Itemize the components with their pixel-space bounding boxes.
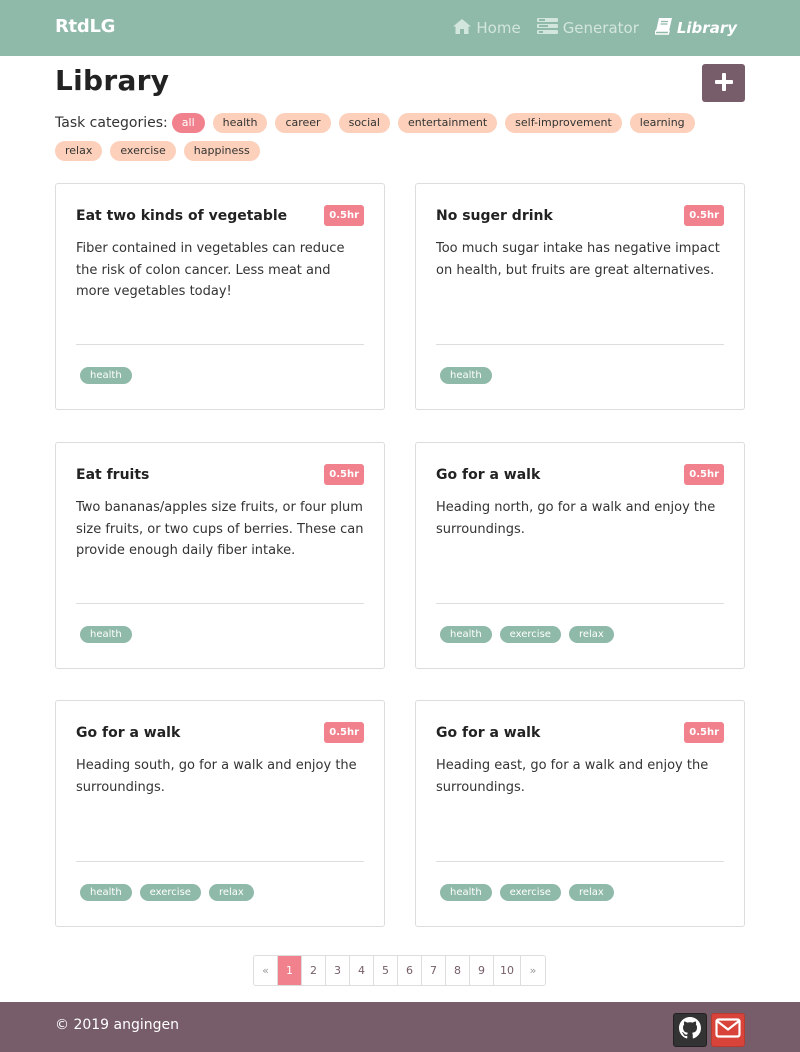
pagination-page-5[interactable]: 5 — [374, 956, 398, 985]
task-tag: exercise — [139, 884, 201, 901]
pagination-next[interactable]: » — [521, 956, 545, 985]
nav-library-label: Library — [676, 19, 737, 37]
category-health[interactable]: health — [212, 113, 268, 133]
task-tag: health — [440, 367, 492, 384]
task-title: Go for a walk — [436, 725, 541, 741]
nav-generator-link[interactable]: Generator — [536, 18, 639, 38]
page-title: Library — [55, 64, 170, 97]
duration-badge: 0.5hr — [684, 722, 724, 743]
card-divider — [436, 861, 724, 862]
task-card[interactable]: Eat fruits 0.5hr Two bananas/apples size… — [55, 442, 385, 669]
task-tags: health exercise relax — [440, 884, 622, 901]
category-all[interactable]: all — [171, 113, 205, 133]
task-tag: relax — [208, 884, 254, 901]
nav-generator-label: Generator — [562, 19, 639, 37]
footer: © 2019 angingen — [0, 1002, 800, 1052]
duration-badge: 0.5hr — [324, 722, 364, 743]
category-social[interactable]: social — [338, 113, 390, 133]
add-task-button[interactable] — [702, 64, 745, 102]
task-tags: health — [80, 367, 140, 384]
category-happiness[interactable]: happiness — [183, 141, 260, 161]
task-card[interactable]: Eat two kinds of vegetable 0.5hr Fiber c… — [55, 183, 385, 410]
generator-icon — [536, 18, 558, 38]
task-tag: health — [80, 626, 132, 643]
task-tag: relax — [568, 626, 614, 643]
pagination-page-7[interactable]: 7 — [422, 956, 446, 985]
task-description: Too much sugar intake has negative impac… — [436, 241, 720, 278]
plus-icon — [714, 72, 733, 94]
github-icon — [679, 1017, 701, 1043]
pagination-page-2[interactable]: 2 — [302, 956, 326, 985]
category-entertainment[interactable]: entertainment — [397, 113, 498, 133]
task-tag: exercise — [499, 884, 561, 901]
pagination-page-6[interactable]: 6 — [398, 956, 422, 985]
brand-link[interactable]: RtdLG — [55, 16, 115, 37]
pagination-page-9[interactable]: 9 — [470, 956, 494, 985]
pagination-page-4[interactable]: 4 — [350, 956, 374, 985]
category-career[interactable]: career — [275, 113, 331, 133]
pagination-page-1[interactable]: 1 — [278, 956, 302, 985]
pagination-page-3[interactable]: 3 — [326, 956, 350, 985]
task-description: Two bananas/apples size fruits, or four … — [76, 500, 364, 558]
task-card[interactable]: Go for a walk 0.5hr Heading north, go fo… — [415, 442, 745, 669]
card-divider — [76, 344, 364, 345]
task-description: Heading east, go for a walk and enjoy th… — [436, 758, 709, 795]
pagination-prev[interactable]: « — [254, 956, 278, 985]
nav-links: Home Generator Library — [437, 0, 737, 56]
github-button[interactable] — [673, 1013, 707, 1047]
task-tag: health — [80, 884, 132, 901]
navbar: RtdLG Home Generator Library — [0, 0, 800, 56]
task-title: Go for a walk — [76, 725, 181, 741]
task-description: Heading north, go for a walk and enjoy t… — [436, 500, 716, 537]
task-tag: relax — [568, 884, 614, 901]
task-tag: health — [440, 884, 492, 901]
category-relax[interactable]: relax — [55, 141, 103, 161]
task-tag: health — [440, 626, 492, 643]
pagination-page-10[interactable]: 10 — [494, 956, 521, 985]
mail-button[interactable] — [711, 1013, 745, 1047]
nav-library-link[interactable]: Library — [654, 17, 737, 39]
book-icon — [654, 17, 672, 39]
task-tag: health — [80, 367, 132, 384]
nav-home-label: Home — [476, 19, 521, 37]
pagination-page-8[interactable]: 8 — [446, 956, 470, 985]
category-learning[interactable]: learning — [629, 113, 695, 133]
task-tag: exercise — [499, 626, 561, 643]
task-description: Heading south, go for a walk and enjoy t… — [76, 758, 357, 795]
task-title: No suger drink — [436, 208, 553, 224]
category-self-improvement[interactable]: self-improvement — [505, 113, 622, 133]
mail-icon — [715, 1018, 741, 1042]
task-tags: health exercise relax — [80, 884, 262, 901]
task-card[interactable]: Go for a walk 0.5hr Heading south, go fo… — [55, 700, 385, 927]
task-card[interactable]: Go for a walk 0.5hr Heading east, go for… — [415, 700, 745, 927]
task-tags: health exercise relax — [440, 626, 622, 643]
card-divider — [436, 603, 724, 604]
task-description: Fiber contained in vegetables can reduce… — [76, 241, 345, 299]
card-divider — [76, 603, 364, 604]
duration-badge: 0.5hr — [684, 464, 724, 485]
copyright-text: © 2019 angingen — [55, 1017, 180, 1033]
task-tags: health — [80, 626, 140, 643]
card-divider — [76, 861, 364, 862]
nav-home-link[interactable]: Home — [453, 18, 521, 38]
duration-badge: 0.5hr — [324, 205, 364, 226]
task-tags: health — [440, 367, 500, 384]
task-card[interactable]: No suger drink 0.5hr Too much sugar inta… — [415, 183, 745, 410]
home-icon — [453, 18, 472, 38]
task-title: Go for a walk — [436, 467, 541, 483]
duration-badge: 0.5hr — [324, 464, 364, 485]
category-filter: Task categories: all health career socia… — [55, 113, 745, 161]
task-title: Eat two kinds of vegetable — [76, 208, 288, 224]
pagination: « 1 2 3 4 5 6 7 8 9 10 » — [253, 955, 546, 986]
task-title: Eat fruits — [76, 467, 150, 483]
category-exercise[interactable]: exercise — [110, 141, 176, 161]
card-divider — [436, 344, 724, 345]
category-label: Task categories: — [55, 115, 168, 131]
duration-badge: 0.5hr — [684, 205, 724, 226]
